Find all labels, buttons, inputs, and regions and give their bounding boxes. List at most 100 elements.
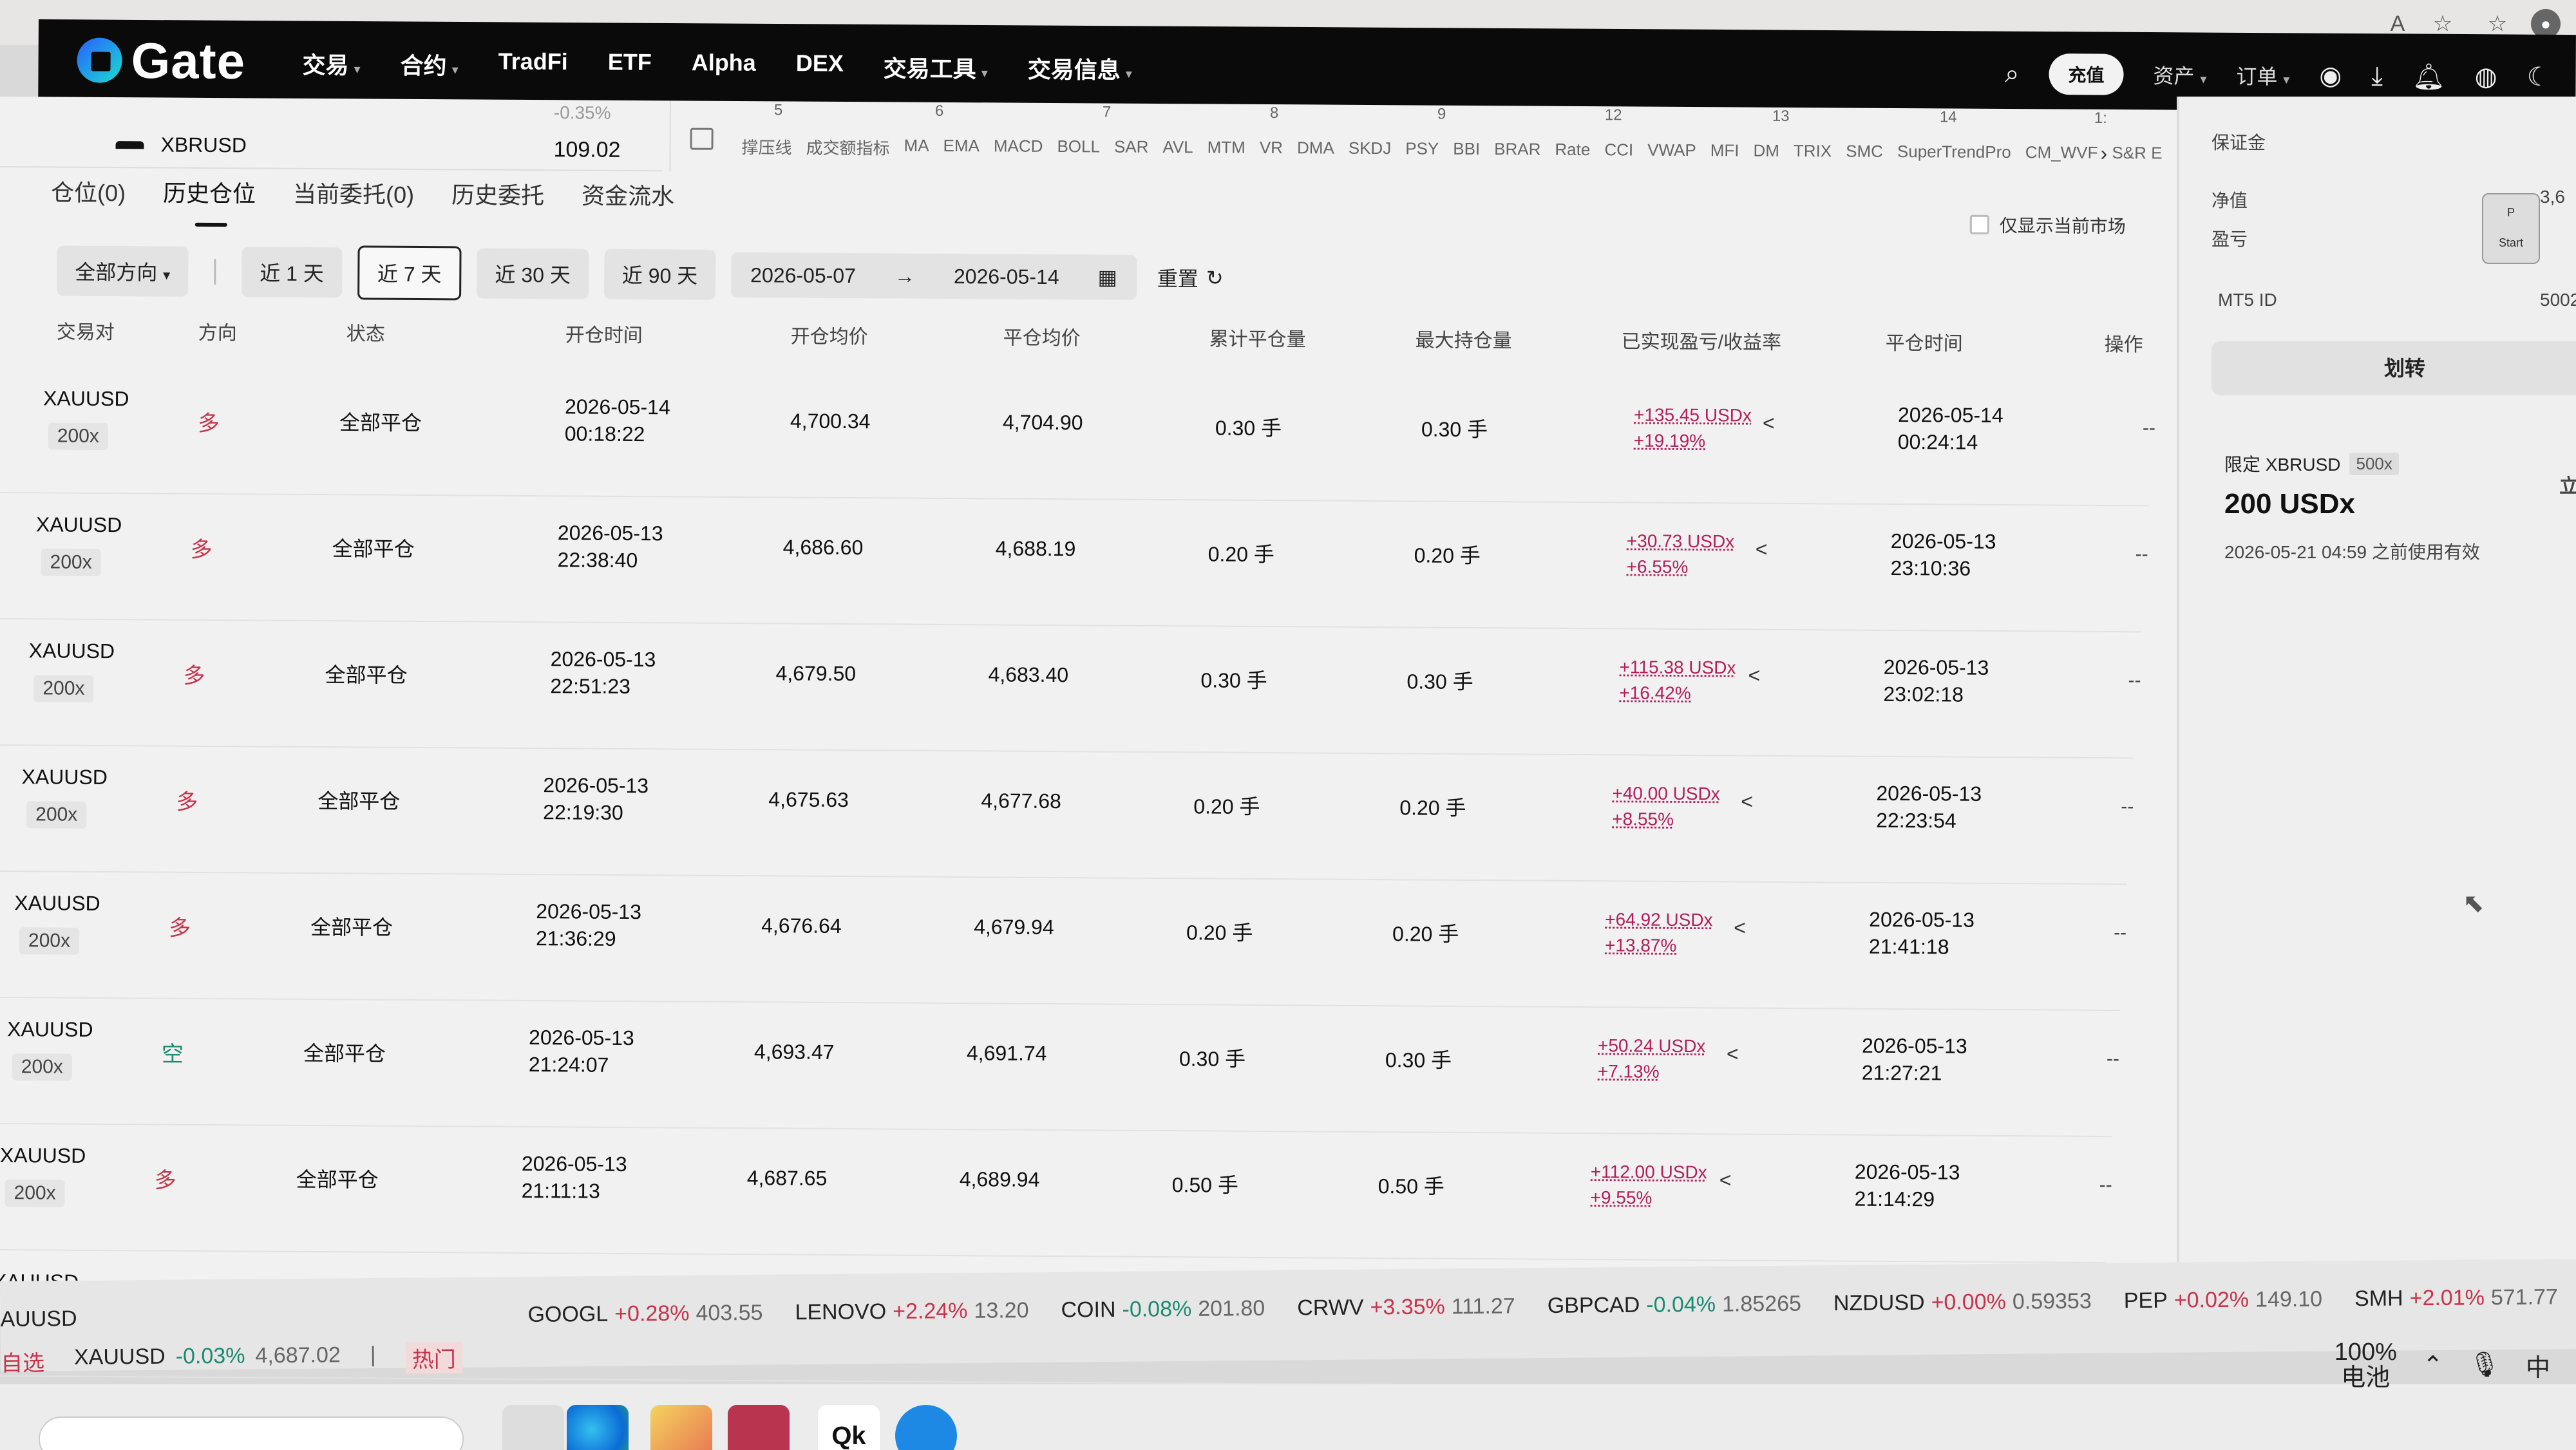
- file-explorer-icon[interactable]: [502, 1405, 564, 1450]
- menu-item-trading-tools[interactable]: 交易工具 ▾: [884, 50, 988, 84]
- indicator-item[interactable]: VWAP: [1647, 140, 1696, 164]
- indicator-item[interactable]: TRIX: [1794, 141, 1832, 165]
- action-cell[interactable]: --: [2121, 796, 2134, 818]
- ticker-item[interactable]: GOOGL +0.28% 403.55: [527, 1301, 762, 1328]
- range-1d-button[interactable]: 近 1 天: [242, 247, 343, 298]
- obs-studio-icon[interactable]: [728, 1405, 790, 1450]
- indicator-item[interactable]: MTM: [1208, 137, 1245, 161]
- menu-item-trade[interactable]: 交易 ▾: [302, 47, 360, 81]
- ticker-item[interactable]: SMH +2.01% 571.77: [2354, 1285, 2558, 1312]
- indicator-item[interactable]: DM: [1753, 141, 1779, 165]
- ticker-item[interactable]: COIN -0.08% 201.80: [1061, 1296, 1265, 1323]
- mt5-app-icon[interactable]: P Start: [2482, 193, 2540, 264]
- deposit-button[interactable]: 充值: [2049, 53, 2124, 95]
- chevron-right-icon[interactable]: ›: [2100, 142, 2107, 165]
- tab-position-history[interactable]: 历史仓位: [163, 175, 256, 209]
- table-row[interactable]: XAUUSD 200x 多全部平仓 2026-05-13 22:19:30 4,675.6…: [0, 745, 2134, 885]
- transfer-button[interactable]: 划转: [2211, 341, 2576, 395]
- indicator-item[interactable]: BRAR: [1494, 139, 1540, 163]
- asset-symbol[interactable]: XBRUSD: [160, 133, 247, 158]
- hot-label[interactable]: 热门: [405, 1341, 462, 1374]
- action-cell[interactable]: --: [2099, 1174, 2112, 1196]
- game-app-icon[interactable]: Qk: [818, 1405, 880, 1450]
- ticker-item[interactable]: NZDUSD +0.00% 0.59353: [1833, 1289, 2092, 1316]
- menu-item-tradfi[interactable]: TradFi: [498, 48, 568, 82]
- range-90d-button[interactable]: 近 90 天: [603, 249, 716, 300]
- date-range-picker[interactable]: 2026-05-07 → 2026-05-14 ▦: [731, 252, 1137, 300]
- direction-select[interactable]: 全部方向 ▾: [57, 245, 189, 297]
- table-row[interactable]: XAUUSD 200x 多 全部平仓 2026-05-14 00:18:22 4,700.3…: [0, 366, 2155, 507]
- search-icon[interactable]: ⌕: [2005, 59, 2020, 88]
- end-date[interactable]: 2026-05-14: [954, 265, 1059, 289]
- edge-browser-icon[interactable]: [567, 1405, 629, 1450]
- action-cell[interactable]: --: [2136, 543, 2148, 565]
- share-icon[interactable]: <: [1727, 1042, 1739, 1066]
- indicator-item[interactable]: SuperTrendPro: [1897, 142, 2011, 166]
- notification-bell-icon[interactable]: 🔔︎: [2412, 61, 2445, 91]
- indicator-item[interactable]: BBI: [1453, 139, 1480, 163]
- checkbox[interactable]: [1969, 214, 1989, 234]
- range-30d-button[interactable]: 近 30 天: [477, 248, 589, 299]
- theme-moon-icon[interactable]: ☾: [2527, 62, 2550, 92]
- indicator-item[interactable]: 撑压线: [741, 135, 791, 158]
- only-current-market-toggle[interactable]: 仅显示当前市场: [1969, 212, 2126, 238]
- reset-button[interactable]: 重置 ↻: [1157, 263, 1224, 293]
- share-icon[interactable]: <: [1756, 538, 1768, 561]
- share-icon[interactable]: <: [1741, 790, 1753, 814]
- table-row[interactable]: XAUUSD 200x 多 全部平仓 2026-05-13 22:38:40 4,686.6…: [0, 493, 2148, 633]
- gate-logo[interactable]: Gate: [77, 31, 245, 90]
- menu-item-futures[interactable]: 合约 ▾: [400, 47, 459, 81]
- indicator-item[interactable]: EMA: [943, 136, 980, 160]
- menu-item-etf[interactable]: ETF: [608, 48, 652, 82]
- share-icon[interactable]: <: [1748, 664, 1760, 688]
- menu-item-alpha[interactable]: Alpha: [692, 49, 756, 83]
- ticker-item[interactable]: PEP +0.02% 149.10: [2124, 1287, 2323, 1314]
- taskbar-search[interactable]: [39, 1417, 464, 1450]
- indicator-item[interactable]: CM_WVF: [2025, 142, 2098, 167]
- tab-open-orders[interactable]: 当前委托(0): [293, 176, 414, 210]
- ticker-item[interactable]: LENOVO +2.24% 13.20: [795, 1298, 1028, 1325]
- table-row[interactable]: XAUUSD 200x 空 全部平仓 2026-05-13 21:24:07 4,693.4…: [0, 997, 2119, 1138]
- menu-item-dex[interactable]: DEX: [796, 50, 844, 83]
- indicator-item[interactable]: SKDJ: [1349, 138, 1392, 162]
- indicator-item[interactable]: 成交额指标: [806, 135, 889, 160]
- qq-app-icon[interactable]: [895, 1405, 957, 1450]
- battery-indicator[interactable]: 100% 电池: [2334, 1339, 2397, 1391]
- indicator-item[interactable]: S&R E: [2112, 143, 2162, 167]
- indicator-item[interactable]: PSY: [1405, 138, 1439, 162]
- ime-indicator[interactable]: 中: [2526, 1348, 2550, 1383]
- maps-app-icon[interactable]: [650, 1405, 712, 1450]
- user-avatar-icon[interactable]: ◉: [2319, 61, 2342, 91]
- action-cell[interactable]: --: [2128, 670, 2141, 692]
- indicator-item[interactable]: VR: [1260, 138, 1283, 162]
- indicator-item[interactable]: SAR: [1114, 137, 1149, 161]
- range-7d-button[interactable]: 近 7 天: [357, 245, 462, 301]
- indicator-item[interactable]: MA: [904, 136, 929, 160]
- assets-menu[interactable]: 资产 ▾: [2153, 60, 2206, 90]
- watch-symbol[interactable]: XAUUSD: [74, 1344, 166, 1377]
- action-cell[interactable]: --: [2107, 1048, 2119, 1070]
- chevron-up-icon[interactable]: ⌃: [2423, 1351, 2443, 1380]
- table-row[interactable]: XAUUSD 200x 多全部平仓 2026-05-13 21:11:13 4,687.6…: [0, 1124, 2112, 1264]
- coupon-use-button[interactable]: 立: [2559, 470, 2576, 498]
- table-row[interactable]: XAUUSD 200x 多 全部平仓 2026-05-13 21:36:29 4,676.6…: [0, 871, 2126, 1012]
- ticker-item[interactable]: GBPCAD -0.04% 1.85265: [1548, 1292, 1802, 1319]
- language-globe-icon[interactable]: ◍: [2475, 62, 2497, 91]
- indicator-item[interactable]: DMA: [1297, 138, 1334, 162]
- tab-fund-flow[interactable]: 资金流水: [582, 178, 674, 212]
- orders-menu[interactable]: 订单 ▾: [2236, 61, 2289, 91]
- indicator-item[interactable]: SMC: [1846, 142, 1883, 165]
- download-icon[interactable]: ⤓: [2371, 62, 2383, 91]
- calendar-icon[interactable]: [690, 127, 714, 150]
- indicator-item[interactable]: Rate: [1555, 140, 1590, 164]
- ticker-item[interactable]: CRWV +3.35% 111.27: [1297, 1294, 1515, 1321]
- menu-item-trading-info[interactable]: 交易信息 ▾: [1028, 51, 1132, 85]
- table-row[interactable]: XAUUSD 200x 多全部平仓 2026-05-13 22:51:23 4,679.5…: [0, 619, 2141, 759]
- action-cell[interactable]: --: [2143, 417, 2155, 439]
- share-icon[interactable]: <: [1763, 411, 1775, 435]
- tab-positions[interactable]: 仓位(0): [51, 174, 126, 208]
- indicator-item[interactable]: MACD: [994, 136, 1043, 160]
- indicator-item[interactable]: AVL: [1162, 137, 1193, 161]
- share-icon[interactable]: <: [1719, 1168, 1732, 1192]
- calendar-icon[interactable]: ▦: [1097, 265, 1117, 289]
